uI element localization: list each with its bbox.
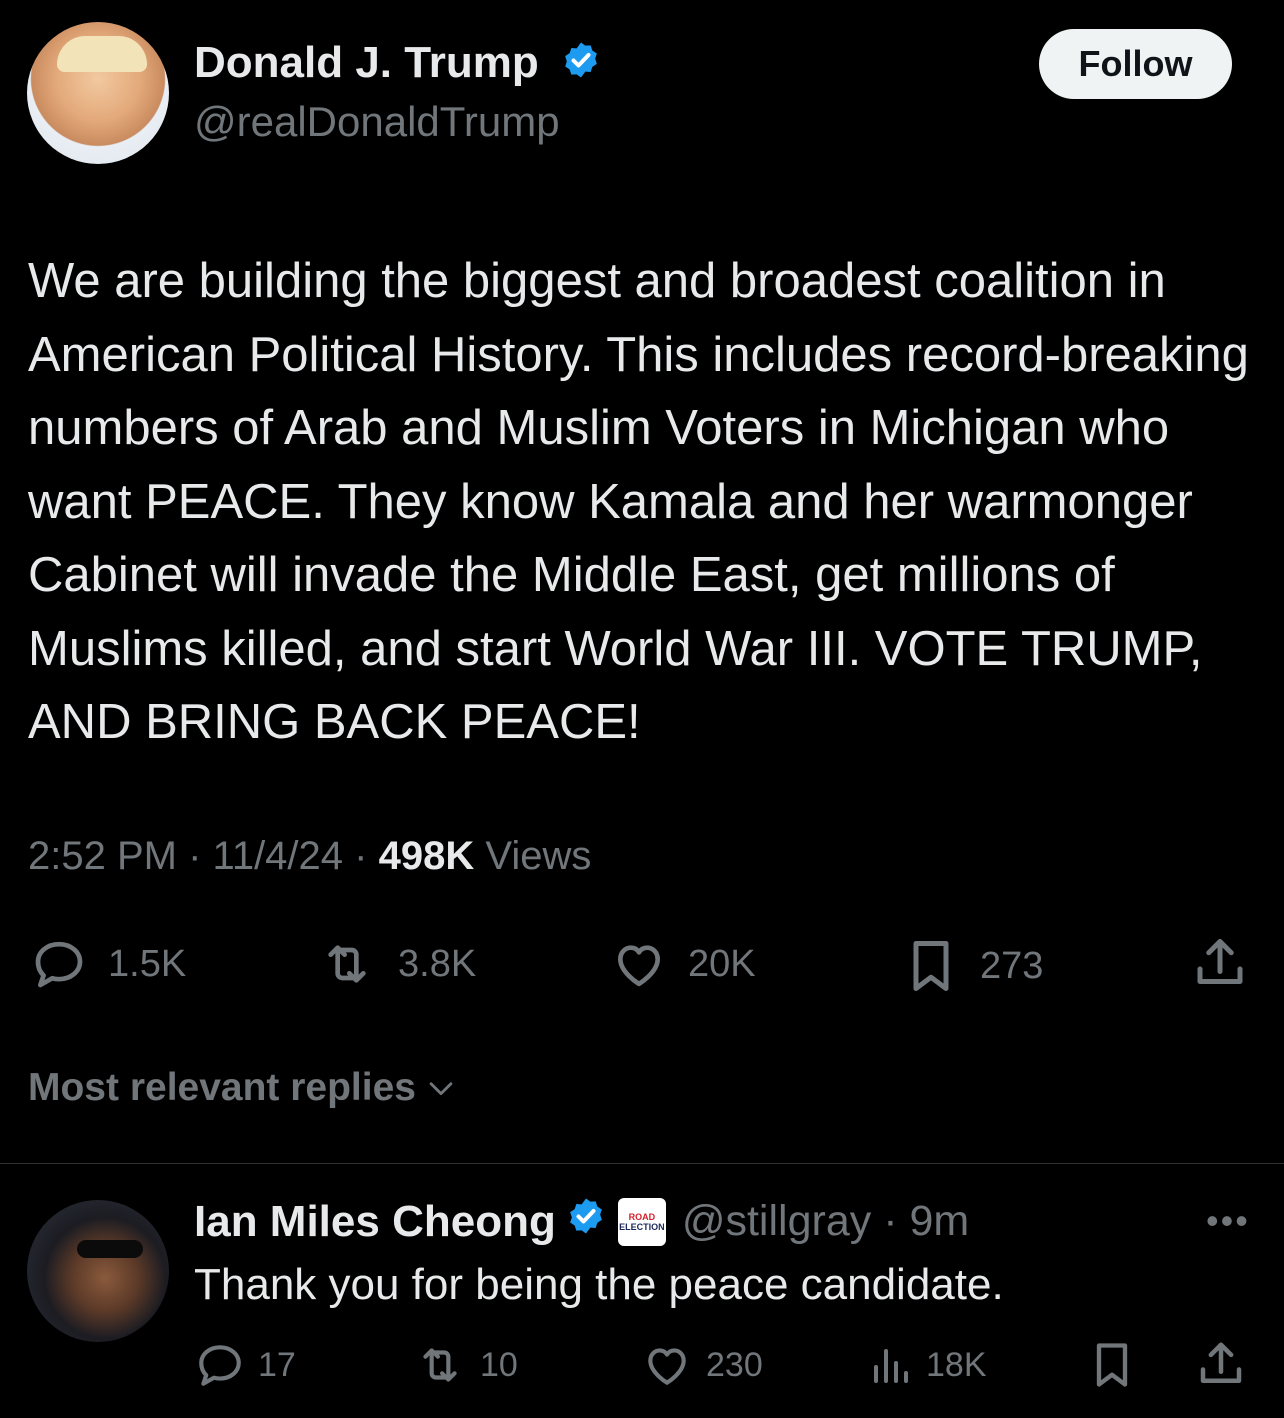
reply-reply-action[interactable]: 17 — [194, 1340, 296, 1390]
analytics-icon — [874, 1349, 908, 1383]
author-name[interactable]: Donald J. Trump — [194, 38, 539, 87]
reply-views-action[interactable]: 18K — [866, 1340, 987, 1390]
share-button[interactable] — [1190, 934, 1250, 999]
reply-repost-count: 10 — [480, 1345, 518, 1384]
reply-author-row[interactable]: Ian Miles Cheong ROAD ELECTION @stillgra… — [194, 1196, 969, 1247]
follow-button[interactable]: Follow — [1039, 29, 1232, 99]
meta-separator: · — [188, 834, 202, 878]
more-options-icon[interactable]: ••• — [1206, 1200, 1250, 1242]
views-label: Views — [485, 834, 592, 878]
reply-avatar[interactable] — [27, 1200, 169, 1342]
reply-like-count: 230 — [706, 1345, 763, 1384]
reply-like-action[interactable]: 230 — [640, 1340, 763, 1390]
tweet-time[interactable]: 2:52 PM — [28, 834, 177, 878]
author-avatar[interactable] — [27, 22, 169, 164]
reply-text: Thank you for being the peace candidate. — [194, 1260, 1004, 1309]
bookmark-icon — [1096, 1343, 1128, 1387]
tweet-text: We are building the biggest and broadest… — [28, 254, 1249, 749]
reply-repost-action[interactable]: 10 — [412, 1340, 518, 1390]
repost-icon — [328, 945, 366, 983]
affiliate-badge-icon[interactable]: ROAD ELECTION — [617, 1197, 666, 1246]
tweet-date[interactable]: 11/4/24 — [213, 834, 344, 878]
author-name-row[interactable]: Donald J. Trump — [194, 38, 601, 91]
repost-icon — [423, 1348, 457, 1382]
meta-separator: · — [354, 834, 368, 878]
views-count: 498K — [378, 834, 475, 878]
reply-icon — [35, 941, 83, 988]
share-icon — [1197, 939, 1243, 984]
reply-icon — [199, 1345, 241, 1386]
reply-reply-count: 17 — [258, 1345, 296, 1384]
reply-views-count: 18K — [926, 1345, 987, 1384]
reply-action[interactable]: 1.5K — [28, 936, 186, 992]
reply-handle-time: @stillgray · 9m — [682, 1197, 969, 1246]
heart-icon — [648, 1348, 686, 1385]
reply-time[interactable]: 9m — [909, 1197, 969, 1245]
chevron-down-icon — [429, 1082, 453, 1096]
reply-handle[interactable]: @stillgray — [682, 1197, 871, 1245]
share-icon — [1200, 1342, 1242, 1383]
sort-label: Most relevant replies — [28, 1066, 416, 1109]
divider — [0, 1163, 1284, 1164]
bookmark-icon — [913, 941, 949, 991]
replies-sort-dropdown[interactable]: Most relevant replies — [28, 1066, 458, 1110]
repost-count: 3.8K — [398, 942, 477, 985]
verified-badge-icon — [561, 40, 601, 91]
author-handle[interactable]: @realDonaldTrump — [194, 98, 560, 146]
repost-action[interactable]: 3.8K — [314, 936, 476, 992]
reply-bookmark-button[interactable] — [1086, 1338, 1138, 1397]
like-count: 20K — [688, 942, 756, 985]
bookmark-count: 273 — [980, 944, 1044, 987]
like-action[interactable]: 20K — [608, 936, 756, 992]
avatar-sunglasses — [77, 1240, 143, 1258]
heart-icon — [618, 945, 660, 987]
reply-count: 1.5K — [108, 942, 187, 985]
tweet-meta: 2:52 PM · 11/4/24 · 498K Views — [28, 834, 591, 879]
bookmark-action[interactable]: 273 — [900, 936, 1043, 996]
reply-author-name[interactable]: Ian Miles Cheong — [194, 1197, 556, 1247]
avatar-hair — [57, 36, 147, 72]
reply-share-button[interactable] — [1194, 1338, 1248, 1397]
meta-separator: · — [883, 1197, 898, 1245]
verified-badge-icon — [566, 1196, 606, 1247]
